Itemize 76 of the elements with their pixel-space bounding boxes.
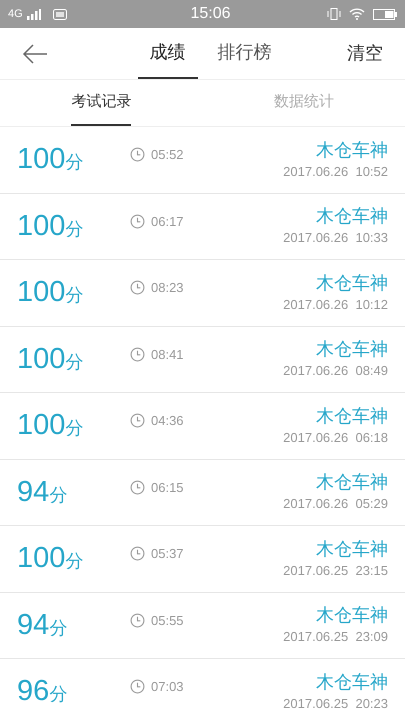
sub-tab[interactable]: 考试记录	[71, 80, 132, 126]
score-value: 94	[17, 474, 50, 510]
score-unit: 分	[65, 550, 84, 573]
duration-text: 05:52	[151, 146, 184, 164]
clock-icon	[130, 612, 145, 628]
user-name: 木仓车神	[316, 670, 388, 694]
duration-text: 06:17	[151, 212, 184, 230]
score-value: 100	[17, 142, 66, 177]
date-time: 2017.06.25 23:09	[283, 628, 388, 646]
date-time: 2017.06.26 10:52	[283, 162, 388, 181]
tab[interactable]: 排行榜	[206, 28, 284, 79]
score-value: 100	[17, 275, 66, 310]
score-value: 100	[17, 208, 66, 244]
record-row[interactable]: 100分 08:23 木仓车神 2017.06.26 10:12	[0, 260, 405, 326]
date-time: 2017.06.26 10:33	[283, 229, 388, 248]
record-row[interactable]: 100分 05:37 木仓车神 2017.06.25 23:15	[0, 526, 405, 592]
score-unit: 分	[65, 151, 84, 174]
user-name: 木仓车神	[316, 338, 388, 362]
score-value: 100	[17, 541, 66, 576]
score-unit: 分	[65, 417, 84, 440]
score-value: 96	[17, 674, 50, 709]
clock-icon	[130, 280, 145, 296]
network-label: 4G	[8, 6, 23, 22]
user-name: 木仓车神	[316, 205, 388, 228]
duration-text: 08:41	[151, 346, 184, 364]
date-time: 2017.06.26 08:49	[283, 362, 388, 380]
record-row[interactable]: 100分 04:36 木仓车神 2017.06.26 06:18	[0, 393, 405, 460]
clock-icon	[130, 679, 145, 694]
record-row[interactable]: 94分 05:55 木仓车神 2017.06.25 23:09	[0, 592, 405, 659]
clock-icon	[130, 546, 145, 562]
battery-icon	[373, 8, 397, 20]
tab[interactable]: 成绩	[138, 28, 198, 79]
date-time: 2017.06.26 05:29	[283, 495, 388, 514]
record-row[interactable]: 96分 07:03 木仓车神 2017.06.25 20:23	[0, 659, 405, 720]
sub-tab[interactable]: 数据统计	[274, 80, 334, 126]
back-arrow-icon	[22, 44, 48, 64]
clear-button[interactable]: 清空	[325, 28, 405, 79]
user-name: 木仓车神	[316, 272, 388, 295]
duration-text: 06:15	[151, 478, 184, 496]
wifi-icon	[349, 8, 365, 20]
score-value: 100	[17, 408, 66, 443]
duration-text: 07:03	[151, 678, 184, 696]
score-unit: 分	[65, 218, 84, 240]
user-name: 木仓车神	[316, 604, 388, 628]
clock-icon	[130, 480, 145, 495]
duration-text: 05:37	[151, 545, 184, 563]
score-unit: 分	[49, 484, 68, 506]
score-unit: 分	[49, 616, 68, 640]
score-unit: 分	[65, 350, 84, 374]
record-row[interactable]: 94分 06:15 木仓车神 2017.06.26 05:29	[0, 460, 405, 526]
app-icon	[52, 8, 67, 20]
score-unit: 分	[65, 284, 84, 307]
record-row[interactable]: 100分 05:52 木仓车神 2017.06.26 10:52	[0, 127, 405, 194]
user-name: 木仓车神	[316, 404, 388, 428]
user-name: 木仓车神	[316, 471, 388, 494]
clock-time: 15:06	[189, 4, 232, 24]
duration-text: 05:55	[151, 612, 184, 630]
user-name: 木仓车神	[316, 538, 388, 561]
duration-text: 04:36	[151, 412, 184, 430]
duration-text: 08:23	[151, 279, 184, 297]
clock-icon	[130, 346, 145, 362]
record-row[interactable]: 100分 06:17 木仓车神 2017.06.26 10:33	[0, 194, 405, 260]
date-time: 2017.06.25 23:15	[283, 562, 388, 580]
signal-icon	[26, 8, 41, 20]
clock-icon	[130, 147, 145, 162]
clock-icon	[130, 413, 145, 428]
date-time: 2017.06.25 20:23	[283, 694, 388, 713]
record-row[interactable]: 100分 08:41 木仓车神 2017.06.26 08:49	[0, 326, 405, 393]
score-unit: 分	[49, 683, 68, 706]
user-name: 木仓车神	[316, 138, 388, 162]
clock-icon	[130, 214, 145, 229]
vibrate-icon	[327, 8, 341, 20]
score-value: 100	[17, 342, 66, 376]
date-time: 2017.06.26 06:18	[283, 428, 388, 447]
date-time: 2017.06.26 10:12	[283, 296, 388, 314]
score-value: 94	[17, 608, 50, 642]
